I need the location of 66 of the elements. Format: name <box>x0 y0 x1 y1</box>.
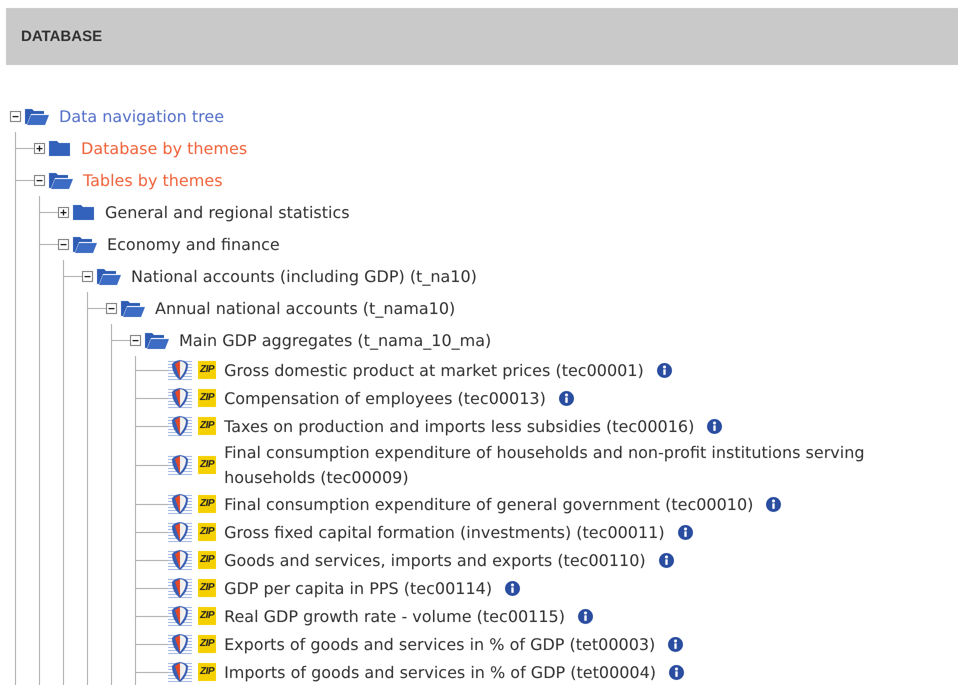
open-folder-icon <box>48 170 74 190</box>
zip-download-badge[interactable]: ZIP <box>198 635 216 653</box>
dataset-icon <box>168 660 192 684</box>
zip-download-badge[interactable]: ZIP <box>198 523 216 541</box>
open-folder-icon <box>24 106 50 126</box>
info-icon[interactable] <box>505 580 520 596</box>
folder-label[interactable]: General and regional statistics <box>105 200 350 224</box>
folder-label[interactable]: National accounts (including GDP) (t_na10) <box>131 264 477 288</box>
dataset-icon <box>168 576 192 600</box>
dataset-link[interactable]: Taxes on production and imports less subsidies (tec00016) <box>224 414 694 438</box>
info-icon[interactable] <box>668 636 684 652</box>
dataset-icon <box>168 492 192 516</box>
dataset-link[interactable]: Gross domestic product at market prices (tec00001) <box>224 358 644 382</box>
dataset-link[interactable]: Gross fixed capital formation (investments) (tec00011) <box>224 520 665 544</box>
expand-toggle[interactable] <box>10 110 21 122</box>
expand-toggle[interactable] <box>34 174 45 186</box>
open-folder-icon <box>120 298 146 318</box>
folder-icon <box>72 202 96 222</box>
dataset-icon <box>168 520 192 544</box>
open-folder-icon <box>144 330 170 350</box>
info-icon[interactable] <box>656 362 672 378</box>
dataset-icon <box>168 548 192 572</box>
expand-toggle[interactable] <box>130 334 141 346</box>
dataset-link[interactable]: Final consumption expenditure of households and non-profit institutions serving households (tec00009) <box>224 440 958 490</box>
open-folder-icon <box>96 266 122 286</box>
info-icon[interactable] <box>669 664 684 680</box>
zip-download-badge[interactable]: ZIP <box>198 456 216 474</box>
dataset-icon <box>168 453 192 477</box>
zip-download-badge[interactable]: ZIP <box>198 663 216 681</box>
folder-label[interactable]: Annual national accounts (t_nama10) <box>155 296 456 320</box>
dataset-link[interactable]: Imports of goods and services in % of GDP (tet00004) <box>224 660 656 684</box>
dataset-link[interactable]: Goods and services, imports and exports (tec00110) <box>224 548 646 572</box>
folder-label[interactable]: Data navigation tree <box>59 104 224 128</box>
zip-download-badge[interactable]: ZIP <box>198 389 216 407</box>
zip-download-badge[interactable]: ZIP <box>198 495 216 513</box>
zip-download-badge[interactable]: ZIP <box>198 361 216 379</box>
info-icon[interactable] <box>707 418 722 434</box>
dataset-link[interactable]: Real GDP growth rate - volume (tec00115) <box>224 604 565 628</box>
dataset-icon <box>168 632 192 656</box>
info-icon[interactable] <box>558 390 574 406</box>
dataset-link[interactable]: Compensation of employees (tec00013) <box>224 386 546 410</box>
dataset-icon <box>168 414 192 438</box>
dataset-link[interactable]: Final consumption expenditure of general government (tec00010) <box>224 492 754 516</box>
expand-toggle[interactable] <box>34 142 45 154</box>
expand-toggle[interactable] <box>58 238 69 250</box>
expand-toggle[interactable] <box>106 302 117 314</box>
dataset-link[interactable]: Exports of goods and services in % of GDP (tet00003) <box>224 632 656 656</box>
dataset-icon <box>168 358 192 382</box>
info-icon[interactable] <box>678 524 693 540</box>
dataset-link[interactable]: GDP per capita in PPS (tec00114) <box>224 576 492 600</box>
open-folder-icon <box>72 234 98 254</box>
dataset-icon <box>168 604 192 628</box>
zip-download-badge[interactable]: ZIP <box>198 551 216 569</box>
zip-download-badge[interactable]: ZIP <box>198 607 216 625</box>
info-icon[interactable] <box>766 496 782 512</box>
folder-label[interactable]: Main GDP aggregates (t_nama_10_ma) <box>179 328 492 352</box>
zip-download-badge[interactable]: ZIP <box>198 579 216 597</box>
info-icon[interactable] <box>658 552 674 568</box>
dataset-icon <box>168 386 192 410</box>
zip-download-badge[interactable]: ZIP <box>198 417 216 435</box>
header-title: DATABASE <box>21 28 102 45</box>
folder-label[interactable]: Economy and finance <box>107 232 280 256</box>
info-icon[interactable] <box>578 608 593 624</box>
expand-toggle[interactable] <box>58 206 69 218</box>
expand-toggle[interactable] <box>82 270 93 282</box>
folder-icon <box>48 138 72 158</box>
